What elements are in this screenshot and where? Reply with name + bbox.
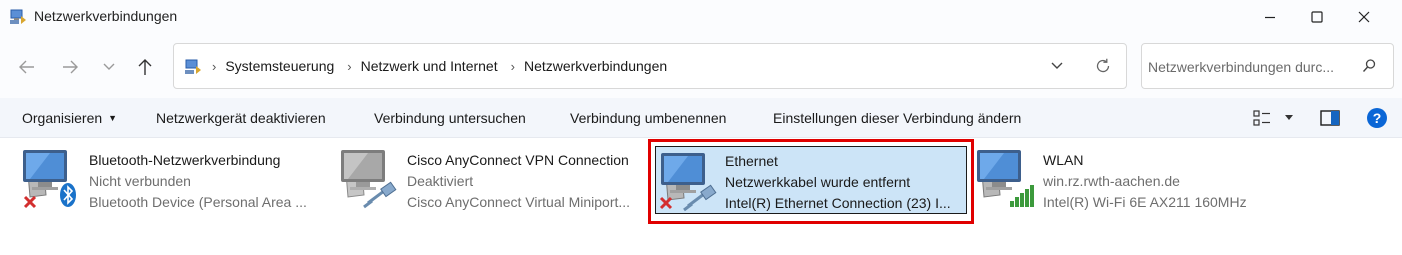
connection-item-wlan[interactable]: WLAN win.rz.rwth-aachen.de Intel(R) Wi-F…	[974, 145, 1284, 213]
chevron-right-icon[interactable]: ›	[347, 59, 351, 74]
connection-device: Cisco AnyConnect Virtual Miniport...	[407, 194, 631, 210]
close-button[interactable]	[1341, 0, 1387, 34]
monitor-icon	[338, 145, 400, 209]
connections-list: Bluetooth-Netzwerkverbindung Nicht verbu…	[0, 139, 1402, 255]
connection-item-bluetooth[interactable]: Bluetooth-Netzwerkverbindung Nicht verbu…	[20, 145, 330, 213]
arrow-left-icon	[19, 60, 34, 74]
arrow-up-icon	[138, 59, 152, 75]
search-placeholder: Netzwerkverbindungen durc...	[1148, 59, 1334, 75]
connection-device: Bluetooth Device (Personal Area ...	[89, 194, 307, 210]
search-input[interactable]: Netzwerkverbindungen durc...	[1141, 43, 1394, 89]
maximize-button[interactable]	[1294, 0, 1340, 34]
connection-status: Nicht verbunden	[89, 173, 191, 189]
breadcrumb-item-netzwerkverbindungen[interactable]: Netzwerkverbindungen	[524, 58, 667, 74]
change-view-button[interactable]	[1253, 107, 1271, 129]
monitor-icon	[974, 145, 1036, 209]
organize-label: Organisieren	[22, 110, 103, 126]
chevron-down-icon	[103, 63, 115, 70]
recent-locations-button[interactable]	[97, 55, 121, 79]
preview-pane-button[interactable]	[1320, 107, 1340, 129]
up-button[interactable]	[133, 55, 157, 79]
navigation-bar: › Systemsteuerung › Netzwerk und Interne…	[0, 34, 1402, 98]
error-x-icon	[23, 195, 37, 209]
connection-name: Bluetooth-Netzwerkverbindung	[89, 152, 281, 168]
close-icon	[1358, 11, 1370, 23]
help-button[interactable]: ?	[1366, 107, 1388, 129]
maximize-icon	[1311, 11, 1323, 23]
refresh-button[interactable]	[1092, 56, 1114, 76]
preview-pane-icon	[1320, 110, 1340, 126]
back-button[interactable]	[15, 55, 39, 79]
connection-status: win.rz.rwth-aachen.de	[1043, 173, 1180, 189]
connection-name: Cisco AnyConnect VPN Connection	[407, 152, 629, 168]
refresh-icon	[1096, 58, 1110, 73]
monitor-icon	[20, 145, 82, 209]
connection-status: Deaktiviert	[407, 173, 474, 189]
connection-item-cisco-vpn[interactable]: Cisco AnyConnect VPN Connection Deaktivi…	[338, 145, 648, 213]
breadcrumb-item-netzwerk-und-internet[interactable]: Netzwerk und Internet	[361, 58, 498, 74]
breadcrumb-item-systemsteuerung[interactable]: Systemsteuerung	[225, 58, 334, 74]
search-icon	[1361, 58, 1377, 74]
network-connections-app-icon	[9, 8, 27, 26]
more-views-button[interactable]	[1284, 107, 1294, 129]
command-bar: Organisieren ▼ Netzwerkgerät deaktivieren…	[0, 98, 1402, 138]
arrow-right-icon	[63, 60, 78, 74]
connection-device: Intel(R) Wi-Fi 6E AX211 160MHz	[1043, 194, 1247, 210]
disable-device-button[interactable]: Netzwerkgerät deaktivieren	[156, 110, 326, 126]
network-connections-folder-icon	[184, 58, 202, 76]
address-history-button[interactable]	[1046, 56, 1068, 76]
svg-text:?: ?	[1373, 110, 1382, 126]
wifi-signal-icon	[1010, 185, 1034, 207]
chevron-right-icon[interactable]: ›	[511, 59, 515, 74]
chevron-right-icon: ›	[212, 58, 217, 74]
highlight-frame	[648, 139, 974, 224]
forward-button[interactable]	[58, 55, 82, 79]
title-bar: Netzwerkverbindungen	[0, 0, 1402, 34]
organize-menu-button[interactable]: Organisieren ▼	[22, 110, 117, 126]
minimize-button[interactable]	[1247, 0, 1293, 34]
caret-down-icon	[1285, 115, 1293, 120]
address-bar[interactable]: › Systemsteuerung › Netzwerk und Interne…	[173, 43, 1127, 89]
chevron-down-icon	[1051, 62, 1063, 69]
bluetooth-icon	[60, 183, 76, 207]
diagnose-connection-button[interactable]: Verbindung untersuchen	[374, 110, 526, 126]
rename-connection-button[interactable]: Verbindung umbenennen	[570, 110, 726, 126]
view-options-icon	[1253, 110, 1270, 126]
connection-settings-button[interactable]: Einstellungen dieser Verbindung ändern	[773, 110, 1021, 126]
connection-name: WLAN	[1043, 152, 1084, 168]
caret-down-icon: ▼	[108, 113, 118, 123]
minimize-icon	[1265, 16, 1275, 19]
help-icon: ?	[1367, 108, 1387, 128]
breadcrumb: › Systemsteuerung › Netzwerk und Interne…	[212, 44, 680, 88]
window-title: Netzwerkverbindungen	[34, 8, 178, 24]
